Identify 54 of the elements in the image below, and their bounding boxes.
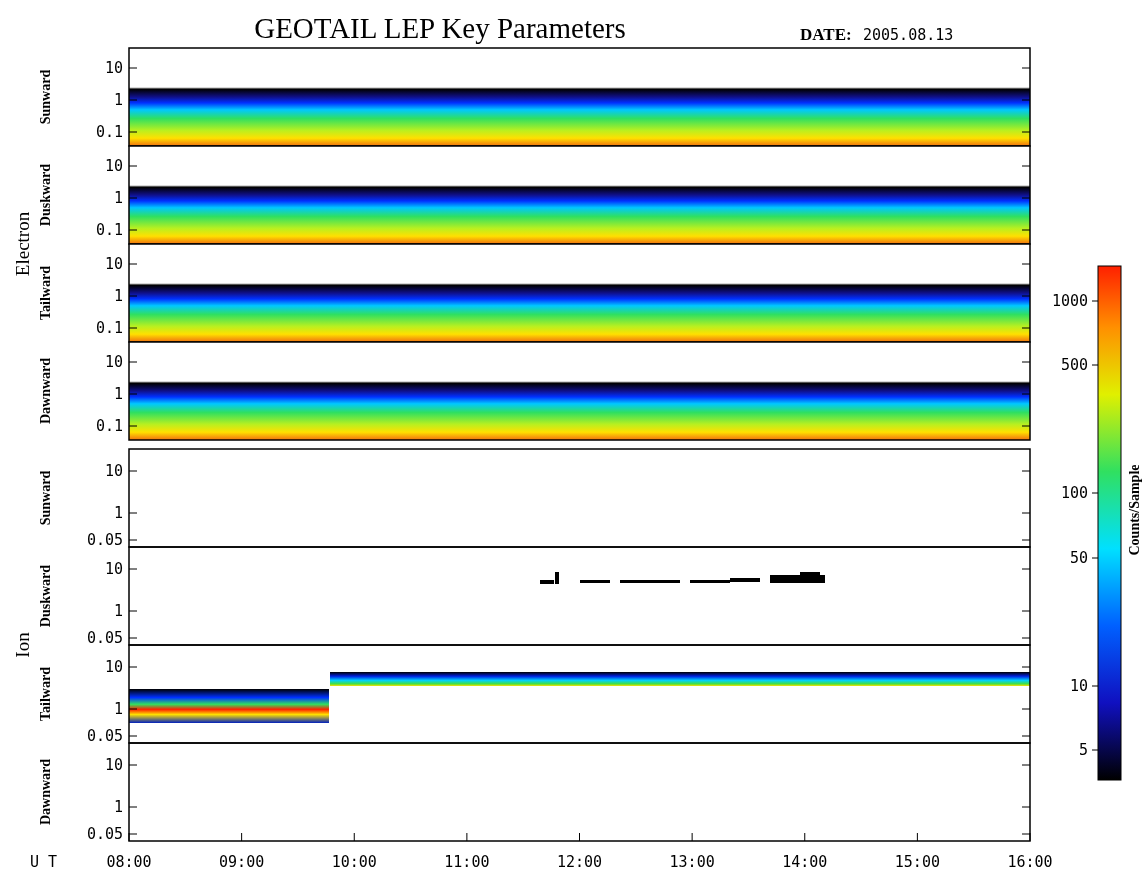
group-label: Electron xyxy=(12,211,33,277)
y-tick-label: 10 xyxy=(104,59,123,77)
y-tick-label: 0.1 xyxy=(95,123,123,141)
x-tick-label: 11:00 xyxy=(444,853,490,871)
y-tick-label: 10 xyxy=(104,560,123,578)
date-value: 2005.08.13 xyxy=(863,26,954,44)
y-tick-label: 0.05 xyxy=(86,727,123,745)
y-tick-label: 1 xyxy=(113,602,123,620)
group-label: Ion xyxy=(12,632,33,658)
y-tick-label: 1 xyxy=(113,798,123,816)
y-tick-label: 10 xyxy=(104,658,123,676)
panel-label: Duskward xyxy=(38,163,53,227)
plot-title: GEOTAIL LEP Key Parameters xyxy=(254,12,626,44)
y-tick-label: 1 xyxy=(113,504,123,522)
panel-label: Dawnward xyxy=(38,758,53,826)
panel-label: Duskward xyxy=(38,564,53,628)
y-tick-label: 1 xyxy=(113,287,123,305)
x-tick-label: 16:00 xyxy=(1007,853,1053,871)
y-tick-label: 0.05 xyxy=(86,629,123,647)
colorbar-label: Counts/Sample xyxy=(1127,464,1142,556)
panel-label: Sunward xyxy=(38,69,53,125)
y-tick-label: 1 xyxy=(113,385,123,403)
x-tick-label: 12:00 xyxy=(556,853,603,871)
y-tick-label: 0.05 xyxy=(86,825,123,843)
x-tick-label: 10:00 xyxy=(331,853,377,871)
colorbar-tick-label: 100 xyxy=(1060,484,1088,502)
colorbar-tick-label: 1000 xyxy=(1051,292,1088,310)
colorbar-tick-label: 50 xyxy=(1069,549,1088,567)
x-tick-label: 09:00 xyxy=(219,853,265,871)
x-tick-label: 15:00 xyxy=(894,853,940,871)
panel-label: Sunward xyxy=(38,470,53,526)
x-axis-label: U T xyxy=(30,853,58,871)
y-tick-label: 10 xyxy=(104,462,123,480)
colorbar-tick-label: 10 xyxy=(1069,677,1088,695)
panel-label: Dawnward xyxy=(38,357,53,425)
panel-label: Tailward xyxy=(38,667,53,721)
x-tick-label: 08:00 xyxy=(106,853,152,871)
y-tick-label: 10 xyxy=(104,353,123,371)
x-tick-label: 14:00 xyxy=(782,853,828,871)
colorbar-tick-label: 500 xyxy=(1060,356,1088,374)
y-tick-label: 10 xyxy=(104,756,123,774)
y-tick-label: 0.1 xyxy=(95,221,123,239)
x-tick-label: 13:00 xyxy=(669,853,715,871)
y-tick-label: 0.05 xyxy=(86,531,123,549)
y-tick-label: 10 xyxy=(104,255,123,273)
y-tick-label: 10 xyxy=(104,157,123,175)
y-tick-label: 1 xyxy=(113,91,123,109)
colorbar-tick-label: 5 xyxy=(1078,741,1088,759)
y-tick-label: 0.1 xyxy=(95,319,123,337)
y-tick-label: 1 xyxy=(113,189,123,207)
panel-label: Tailward xyxy=(38,266,53,320)
y-tick-label: 1 xyxy=(113,700,123,718)
y-tick-label: 0.1 xyxy=(95,417,123,435)
date-label: DATE: xyxy=(800,25,852,44)
